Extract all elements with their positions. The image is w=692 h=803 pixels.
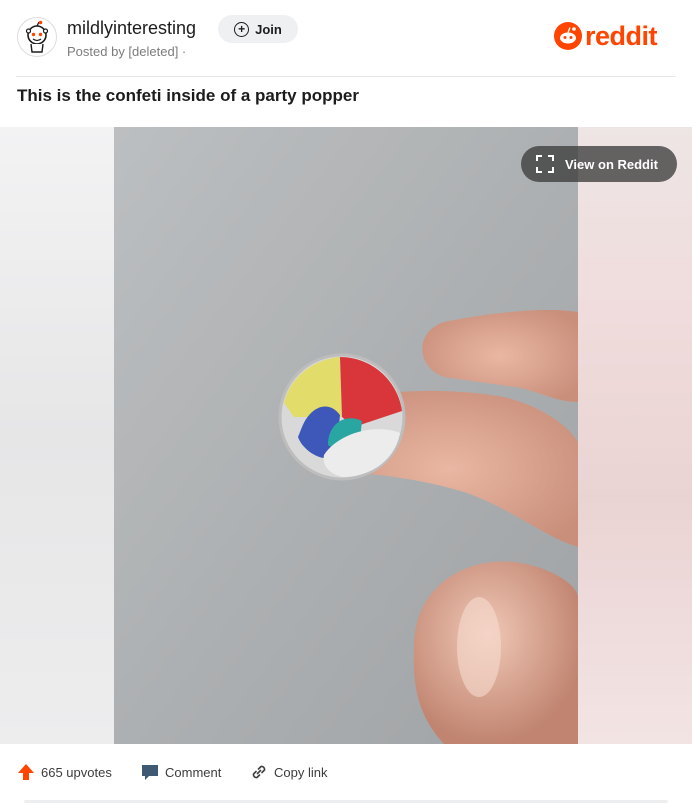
media-blur-left — [0, 127, 114, 744]
upvote-arrow-icon — [18, 764, 34, 780]
header-divider — [16, 76, 676, 77]
post-title[interactable]: This is the confeti inside of a party po… — [17, 86, 359, 106]
comment-button[interactable]: Comment — [141, 756, 221, 788]
view-on-reddit-button[interactable]: View on Reddit — [521, 146, 677, 182]
post-media[interactable]: View on Reddit — [0, 127, 692, 744]
comment-label: Comment — [165, 764, 222, 780]
comment-icon — [142, 765, 158, 780]
subreddit-name[interactable]: mildlyinteresting — [67, 18, 196, 39]
post-header: mildlyinteresting Posted by [deleted] · … — [0, 0, 692, 76]
view-on-reddit-label: View on Reddit — [565, 156, 658, 172]
plus-circle-icon: + — [234, 21, 250, 37]
post-actions: 665 upvotes Comment Copy link — [0, 756, 692, 788]
expand-icon — [536, 155, 554, 173]
subreddit-avatar[interactable] — [17, 17, 57, 57]
post-image[interactable] — [114, 127, 578, 744]
copy-link-label: Copy link — [274, 764, 328, 780]
snoo-icon — [25, 20, 49, 53]
link-icon — [252, 765, 266, 779]
join-label: Join — [255, 21, 282, 37]
copy-link-button[interactable]: Copy link — [250, 756, 327, 788]
reddit-wordmark: reddit — [585, 20, 658, 51]
reddit-snoo-icon — [554, 22, 582, 50]
upvote-count: 665 upvotes — [41, 764, 112, 780]
upvote-button[interactable]: 665 upvotes — [17, 756, 112, 788]
reddit-logo[interactable]: reddit — [554, 20, 658, 51]
media-blur-right — [578, 127, 692, 744]
join-button[interactable]: + Join — [218, 15, 298, 43]
posted-by: Posted by [deleted] · — [67, 44, 187, 59]
